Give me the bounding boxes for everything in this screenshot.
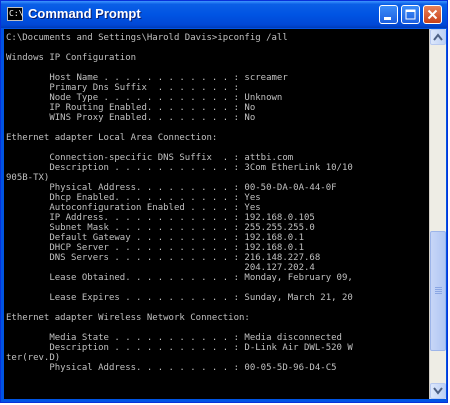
scroll-up-button[interactable] xyxy=(430,29,446,45)
vertical-scrollbar[interactable] xyxy=(429,29,446,399)
console-line: IP Routing Enabled. . . . . . . . : No xyxy=(6,103,256,113)
console-line: Media State . . . . . . . . . . . : Medi… xyxy=(6,333,342,343)
maximize-icon xyxy=(405,9,416,20)
console-line: ter(rev.D) xyxy=(6,353,61,363)
console-line: IP Address. . . . . . . . . . . . : 192.… xyxy=(6,213,315,223)
console-line: Description . . . . . . . . . . . : D-Li… xyxy=(6,343,353,353)
console-line: DHCP Server . . . . . . . . . . . : 192.… xyxy=(6,243,305,253)
console-line: Dhcp Enabled. . . . . . . . . . . : Yes xyxy=(6,193,261,203)
grip-line xyxy=(435,293,442,294)
console-line: Default Gateway . . . . . . . . . : 192.… xyxy=(6,233,305,243)
minimize-button[interactable] xyxy=(379,5,398,24)
console-line: Host Name . . . . . . . . . . . . : scre… xyxy=(6,73,288,83)
console-line: 204.127.202.4 xyxy=(6,263,315,273)
console-line: Ethernet adapter Local Area Connection: xyxy=(6,133,218,143)
arrow-up-icon xyxy=(433,33,443,41)
scroll-down-button[interactable] xyxy=(430,383,446,399)
minimize-icon xyxy=(384,17,391,20)
arrow-down-icon xyxy=(433,387,443,395)
console-line: Description . . . . . . . . . . . : 3Com… xyxy=(6,163,353,173)
console-line: DNS Servers . . . . . . . . . . . : 216.… xyxy=(6,253,321,263)
maximize-button[interactable] xyxy=(401,5,420,24)
console-line: Node Type . . . . . . . . . . . . : Unkn… xyxy=(6,93,283,103)
scrollbar-thumb[interactable] xyxy=(430,231,446,351)
console-line: Connection-specific DNS Suffix . : attbi… xyxy=(6,153,294,163)
console-line: C:\Documents and Settings\Harold Davis>i… xyxy=(6,33,288,43)
console-line: Subnet Mask . . . . . . . . . . . : 255.… xyxy=(6,223,315,233)
console-line: Lease Obtained. . . . . . . . . . : Mond… xyxy=(6,273,353,283)
window-title: Command Prompt xyxy=(28,6,141,21)
console-line: Windows IP Configuration xyxy=(6,53,137,63)
console-line: Physical Address. . . . . . . . . : 00-5… xyxy=(6,183,337,193)
console-line: 905B-TX) xyxy=(6,173,50,183)
console-line: Physical Address. . . . . . . . . : 00-0… xyxy=(6,363,337,373)
command-prompt-window: C:\ Command Prompt C:\Documents and Sett… xyxy=(0,0,448,403)
command-prompt-icon: C:\ xyxy=(7,7,23,21)
scrollbar-track[interactable] xyxy=(430,45,446,383)
console-output[interactable]: C:\Documents and Settings\Harold Davis>i… xyxy=(4,29,429,399)
console-line: Primary Dns Suffix . . . . . . . : xyxy=(6,83,239,93)
grip-line xyxy=(435,289,442,290)
grip-line xyxy=(435,287,442,288)
console-line: Ethernet adapter Wireless Network Connec… xyxy=(6,313,250,323)
console-line: Lease Expires . . . . . . . . . . : Sund… xyxy=(6,293,353,303)
close-icon xyxy=(427,9,438,20)
grip-line xyxy=(435,291,442,292)
console-line: WINS Proxy Enabled. . . . . . . . : No xyxy=(6,113,256,123)
console-line: Autoconfiguration Enabled . . . . : Yes xyxy=(6,203,261,213)
title-bar[interactable]: C:\ Command Prompt xyxy=(1,1,447,28)
close-button[interactable] xyxy=(423,5,442,24)
